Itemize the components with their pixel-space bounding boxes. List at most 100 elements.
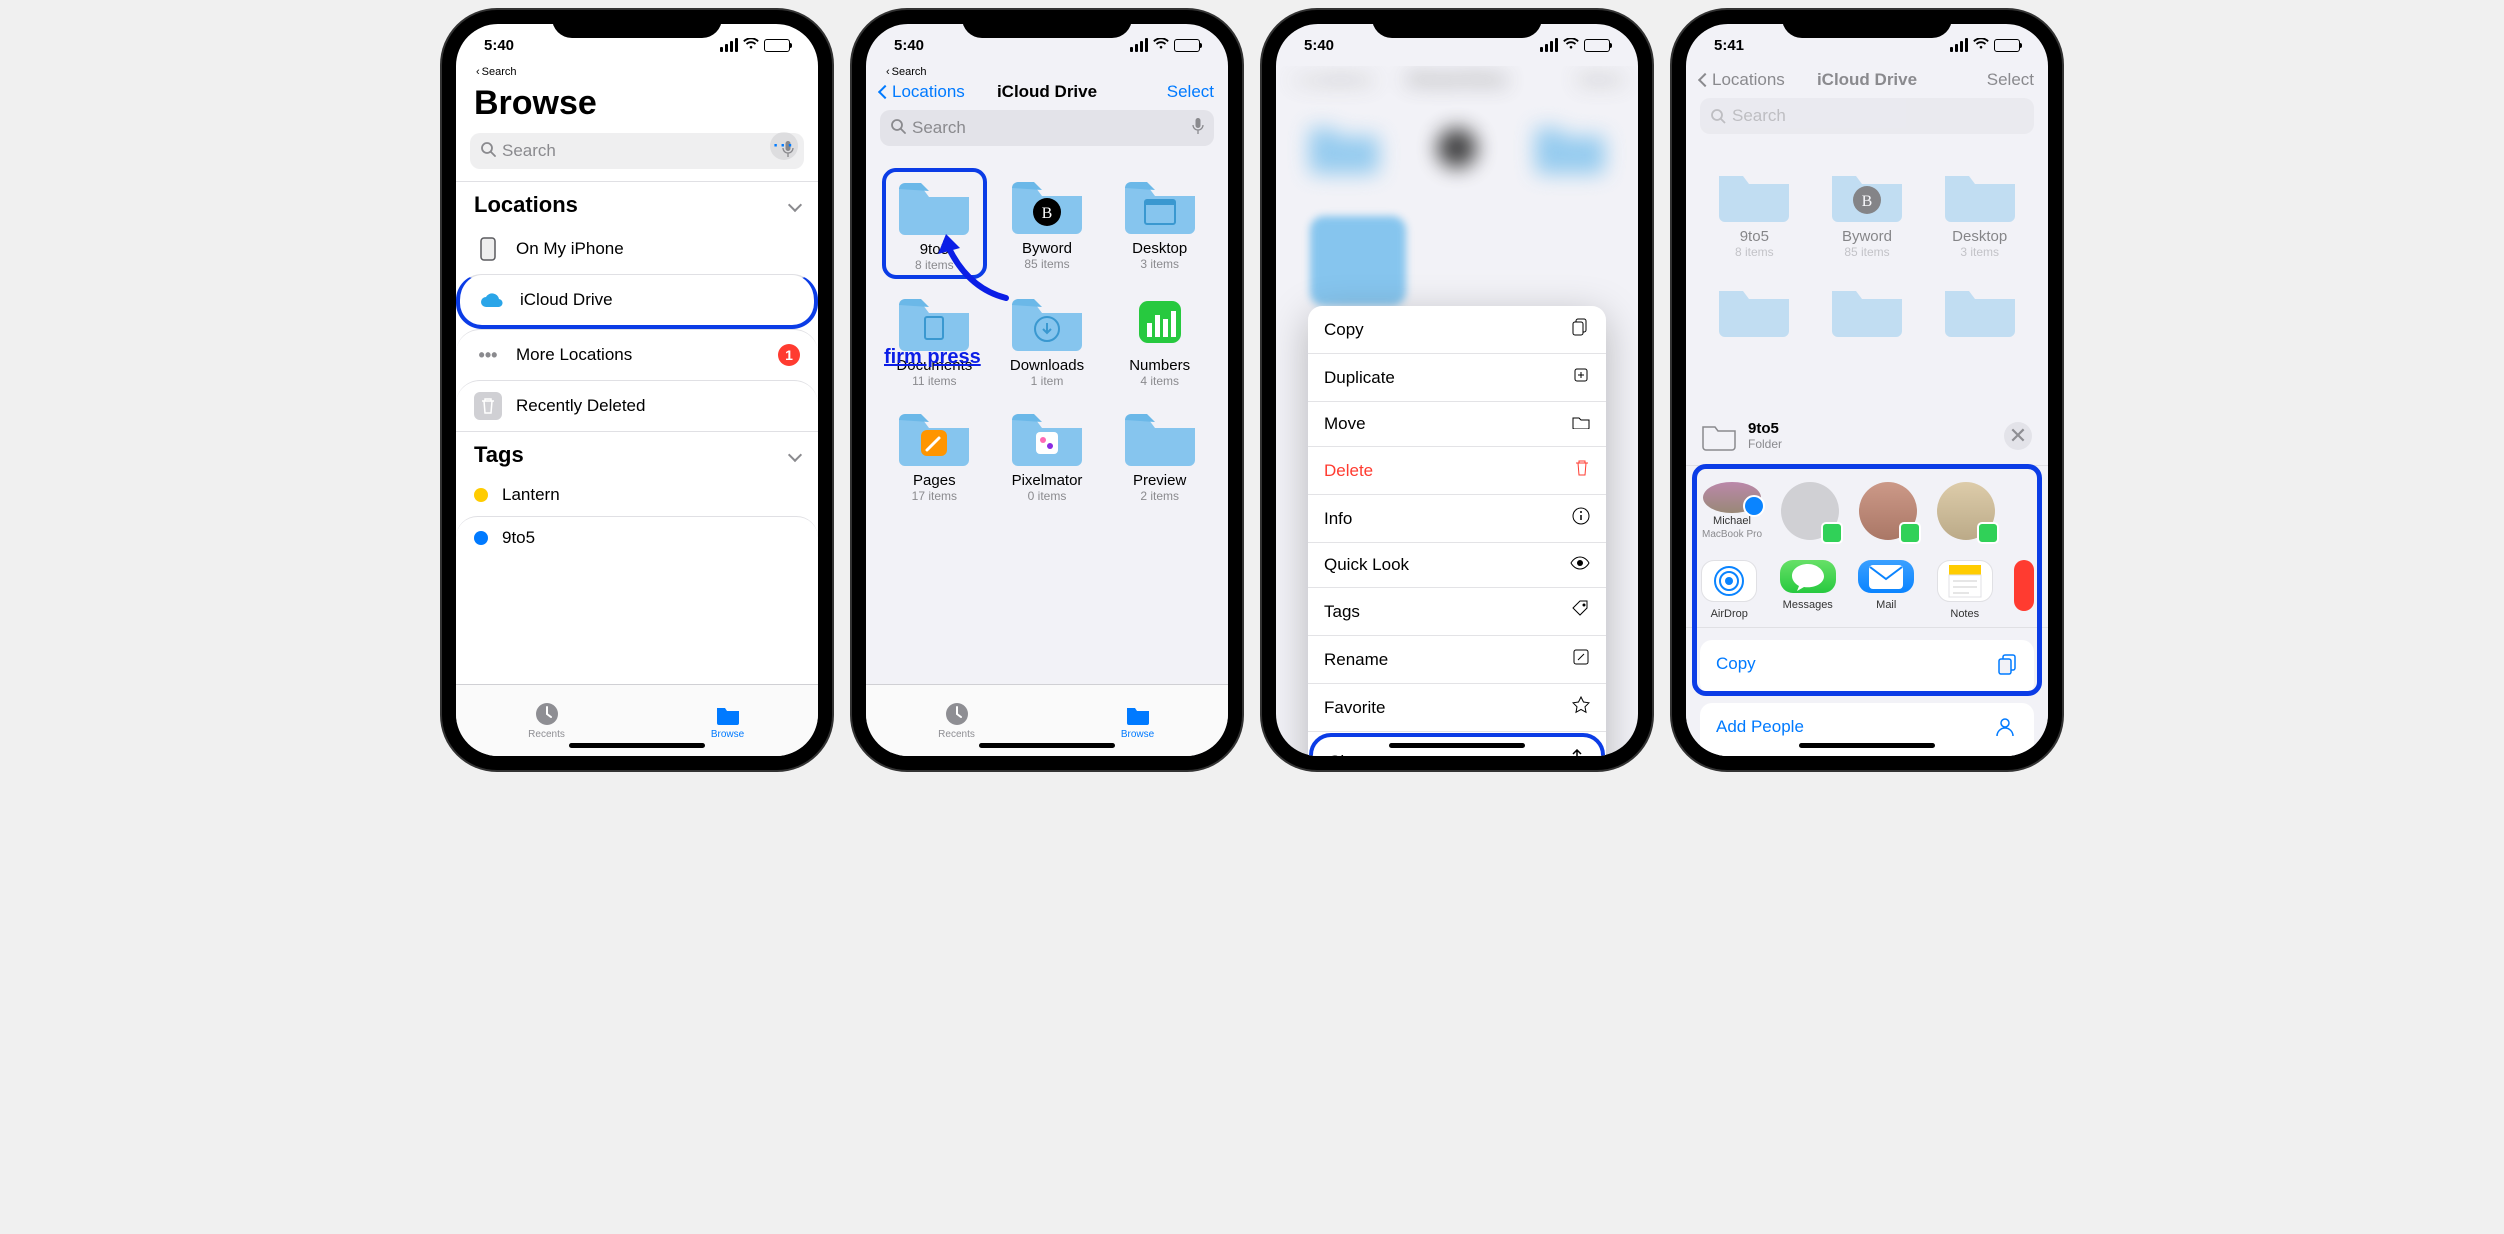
app-numbers[interactable]: Numbers 4 items bbox=[1107, 285, 1212, 394]
ctx-tags[interactable]: Tags bbox=[1308, 588, 1606, 636]
ctx-duplicate[interactable]: Duplicate bbox=[1308, 354, 1606, 402]
iphone-icon bbox=[474, 235, 502, 263]
search-input[interactable]: Search bbox=[470, 133, 804, 169]
battery-low-icon bbox=[1994, 39, 2020, 52]
close-button[interactable]: ✕ bbox=[2004, 422, 2032, 450]
battery-icon bbox=[1174, 39, 1200, 52]
folder-grid: 9to5 8 items B Byword 85 items Desktop 3… bbox=[866, 158, 1228, 519]
select-button: Select bbox=[1987, 70, 2034, 90]
more-button[interactable]: ··· bbox=[770, 132, 798, 160]
search-input[interactable]: Search bbox=[880, 110, 1214, 146]
signal-icon bbox=[1540, 38, 1558, 52]
select-button[interactable]: Select bbox=[1167, 82, 1214, 102]
tag-9to5[interactable]: 9to5 bbox=[456, 516, 818, 559]
share-sheet: 9to5 Folder ✕ Michael MacBook Pro bbox=[1686, 406, 2048, 756]
sheet-header: 9to5 Folder ✕ bbox=[1686, 406, 2048, 466]
chevron-down-icon bbox=[788, 448, 802, 462]
folder-desktop[interactable]: Desktop 3 items bbox=[1107, 168, 1212, 279]
search-input-dimmed: Search bbox=[1700, 98, 2034, 134]
pixelmator-app-icon bbox=[1008, 406, 1086, 468]
wifi-icon bbox=[1563, 37, 1579, 54]
tag-dot-icon bbox=[474, 488, 488, 502]
pencil-icon bbox=[1572, 648, 1590, 671]
ctx-rename[interactable]: Rename bbox=[1308, 636, 1606, 684]
breadcrumb-back[interactable]: ‹ Search bbox=[456, 66, 818, 78]
star-icon bbox=[1572, 696, 1590, 719]
badge-count: 1 bbox=[778, 344, 800, 366]
svg-text:B: B bbox=[1042, 205, 1053, 222]
wifi-icon bbox=[1973, 37, 1989, 54]
tag-icon bbox=[1572, 600, 1590, 623]
annotation-arrow bbox=[906, 228, 1016, 306]
search-placeholder: Search bbox=[912, 118, 966, 138]
sheet-title: 9to5 bbox=[1748, 420, 1782, 437]
row-more-locations[interactable]: ••• More Locations 1 bbox=[456, 329, 818, 380]
folder-preview-blurred bbox=[1310, 216, 1406, 306]
folder-icon bbox=[1008, 291, 1086, 353]
numbers-app-icon bbox=[1121, 291, 1199, 353]
ctx-quick-look[interactable]: Quick Look bbox=[1308, 543, 1606, 588]
notch bbox=[1372, 10, 1542, 38]
section-tags[interactable]: Tags bbox=[456, 431, 818, 474]
status-time: 5:40 bbox=[894, 37, 924, 54]
back-button: Locations bbox=[1700, 70, 1785, 90]
svg-text:B: B bbox=[1862, 193, 1873, 210]
phone-2: 5:40 ‹ Search Locations iCloud Drive Sel… bbox=[852, 10, 1242, 770]
trash-icon bbox=[474, 392, 502, 420]
folder-icon: B bbox=[1008, 174, 1086, 236]
row-on-my-iphone[interactable]: On My iPhone bbox=[456, 224, 818, 274]
mic-icon[interactable] bbox=[1192, 117, 1204, 140]
navbar-dimmed: Locations iCloud Drive Select bbox=[1686, 66, 2048, 98]
grid-blurred bbox=[1276, 98, 1638, 192]
clock-icon bbox=[944, 701, 970, 727]
home-indicator[interactable] bbox=[1389, 743, 1525, 748]
app-pages[interactable]: Pages 17 items bbox=[882, 400, 987, 509]
home-indicator[interactable] bbox=[979, 743, 1115, 748]
notch bbox=[962, 10, 1132, 38]
nav-title: iCloud Drive bbox=[997, 82, 1097, 102]
tag-lantern[interactable]: Lantern bbox=[456, 474, 818, 516]
chevron-down-icon bbox=[788, 198, 802, 212]
cloud-icon bbox=[478, 286, 506, 314]
phone-3: 5:40 ‹ Locations iCloud Drive Select Cop… bbox=[1262, 10, 1652, 770]
status-time: 5:40 bbox=[1304, 37, 1334, 54]
ctx-copy[interactable]: Copy bbox=[1308, 306, 1606, 354]
search-icon bbox=[480, 141, 496, 162]
home-indicator[interactable] bbox=[1799, 743, 1935, 748]
notch bbox=[1782, 10, 1952, 38]
ctx-info[interactable]: Info bbox=[1308, 495, 1606, 543]
nav-title: iCloud Drive bbox=[1817, 70, 1917, 90]
notch bbox=[552, 10, 722, 38]
app-pixelmator[interactable]: Pixelmator 0 items bbox=[995, 400, 1100, 509]
phone-4: 5:41 Locations iCloud Drive Select Searc… bbox=[1672, 10, 2062, 770]
trash-icon bbox=[1574, 459, 1590, 482]
folder-move-icon bbox=[1572, 414, 1590, 434]
folder-icon bbox=[1125, 701, 1151, 727]
tag-dot-icon bbox=[474, 531, 488, 545]
eye-icon bbox=[1570, 555, 1590, 575]
row-icloud-drive[interactable]: iCloud Drive bbox=[456, 274, 818, 329]
ctx-favorite[interactable]: Favorite bbox=[1308, 684, 1606, 732]
page-title: Browse bbox=[456, 78, 818, 133]
ctx-move[interactable]: Move bbox=[1308, 402, 1606, 447]
home-indicator[interactable] bbox=[569, 743, 705, 748]
row-recently-deleted[interactable]: Recently Deleted bbox=[456, 380, 818, 431]
folder-icon bbox=[1121, 174, 1199, 236]
context-menu: Copy Duplicate Move Delete Info Quick Lo… bbox=[1308, 306, 1606, 756]
navbar: Locations iCloud Drive Select bbox=[866, 78, 1228, 110]
ellipsis-icon: ••• bbox=[474, 341, 502, 369]
person-add-icon bbox=[1996, 717, 2018, 742]
folder-icon bbox=[715, 701, 741, 727]
breadcrumb-back[interactable]: ‹ Search bbox=[866, 66, 1228, 78]
battery-low-icon bbox=[1584, 39, 1610, 52]
ctx-delete[interactable]: Delete bbox=[1308, 447, 1606, 495]
back-button[interactable]: Locations bbox=[880, 82, 965, 102]
folder-preview[interactable]: Preview 2 items bbox=[1107, 400, 1212, 509]
annotation-highlight-box bbox=[1692, 464, 2042, 696]
folder-thumb-icon bbox=[1702, 421, 1736, 451]
signal-icon bbox=[720, 38, 738, 52]
section-locations[interactable]: Locations bbox=[456, 181, 818, 224]
phone-1: 5:40 ‹ Search ··· Browse Search Location… bbox=[442, 10, 832, 770]
action-add-people[interactable]: Add People bbox=[1700, 703, 2034, 756]
wifi-icon bbox=[1153, 37, 1169, 54]
